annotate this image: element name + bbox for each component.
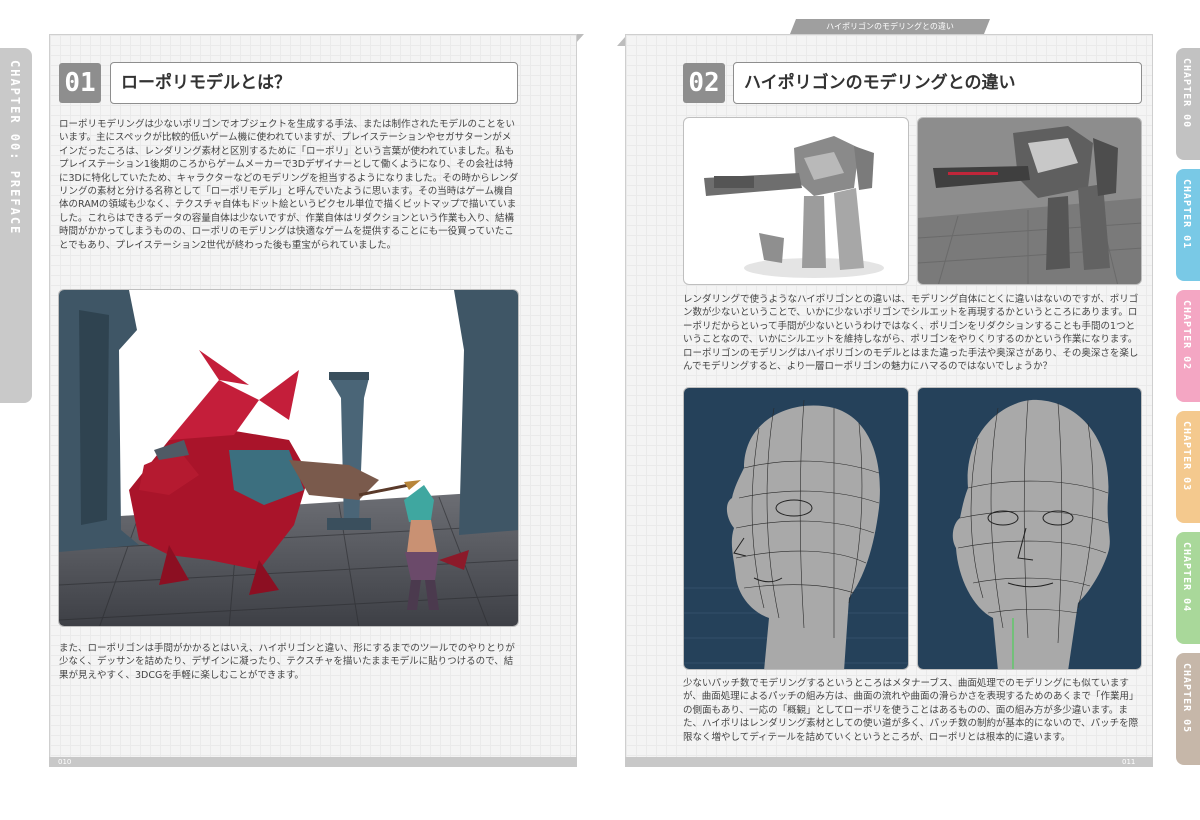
left-chapter-tab: CHAPTER 00: PREFACE [0,48,32,403]
section-title-01: ローポリモデルとは？ [110,62,518,104]
chapter-tab-04[interactable]: CHAPTER 04 [1176,532,1200,644]
left-paragraph-2: また、ローポリゴンは手間がかかるとはいえ、ハイポリゴンと違い、形にするまでのツー… [59,643,515,681]
chapter-tab-label: CHAPTER 01 [1181,179,1192,250]
chapter-tab-label: CHAPTER 02 [1181,300,1192,371]
page-number-left: 010 [58,758,72,766]
chapter-tab-01[interactable]: CHAPTER 01 [1176,169,1200,281]
high-poly-robot-render-image [683,117,909,285]
high-poly-robot-viewport-image [917,117,1142,285]
chapter-tab-02[interactable]: CHAPTER 02 [1176,290,1200,402]
right-paragraph-1: レンダリングで使うようなハイポリゴンとの違いは、モデリング自体にとくに違いはない… [683,294,1139,373]
left-chapter-tab-label: CHAPTER 00: PREFACE [8,60,22,236]
right-bottom-bar [625,757,1153,767]
chapter-tab-00[interactable]: CHAPTER 00 [1176,48,1200,160]
robot-viewport-illustration [918,126,1141,284]
left-paragraph-1: ローポリモデリングは少ないポリゴンでオブジェクトを生成する手法、または制作された… [59,119,519,251]
chapter-tab-label: CHAPTER 03 [1181,421,1192,492]
head-wireframe-front-image [917,387,1142,670]
left-bottom-bar [49,757,577,767]
section-title-02: ハイポリゴンのモデリングとの違い [733,62,1142,104]
section-number-01: 01 [59,63,101,103]
page-number-right: 011 [1122,758,1136,766]
robot-render-illustration [704,136,884,278]
running-head: ハイポリゴンのモデリングとの違い [790,19,990,34]
book-spread: ハイポリゴンのモデリングとの違い CHAPTER 00: PREFACE CHA… [0,0,1200,820]
low-poly-scene-image [58,289,519,627]
head-wireframe-side-illustration [684,399,908,669]
chapter-tab-label: CHAPTER 05 [1181,663,1192,734]
chapter-tab-05[interactable]: CHAPTER 05 [1176,653,1200,765]
head-wireframe-side-image [683,387,909,670]
right-paragraph-2: 少ないパッチ数でモデリングするというところはメタナーブス、曲面処理でのモデリング… [683,678,1139,743]
low-poly-scene-illustration [59,290,518,626]
chapter-tab-label: CHAPTER 00 [1181,58,1192,129]
section-number-02: 02 [683,63,725,103]
chapter-tab-label: CHAPTER 04 [1181,542,1192,613]
chapter-tab-03[interactable]: CHAPTER 03 [1176,411,1200,523]
head-wireframe-front-illustration [952,399,1110,669]
